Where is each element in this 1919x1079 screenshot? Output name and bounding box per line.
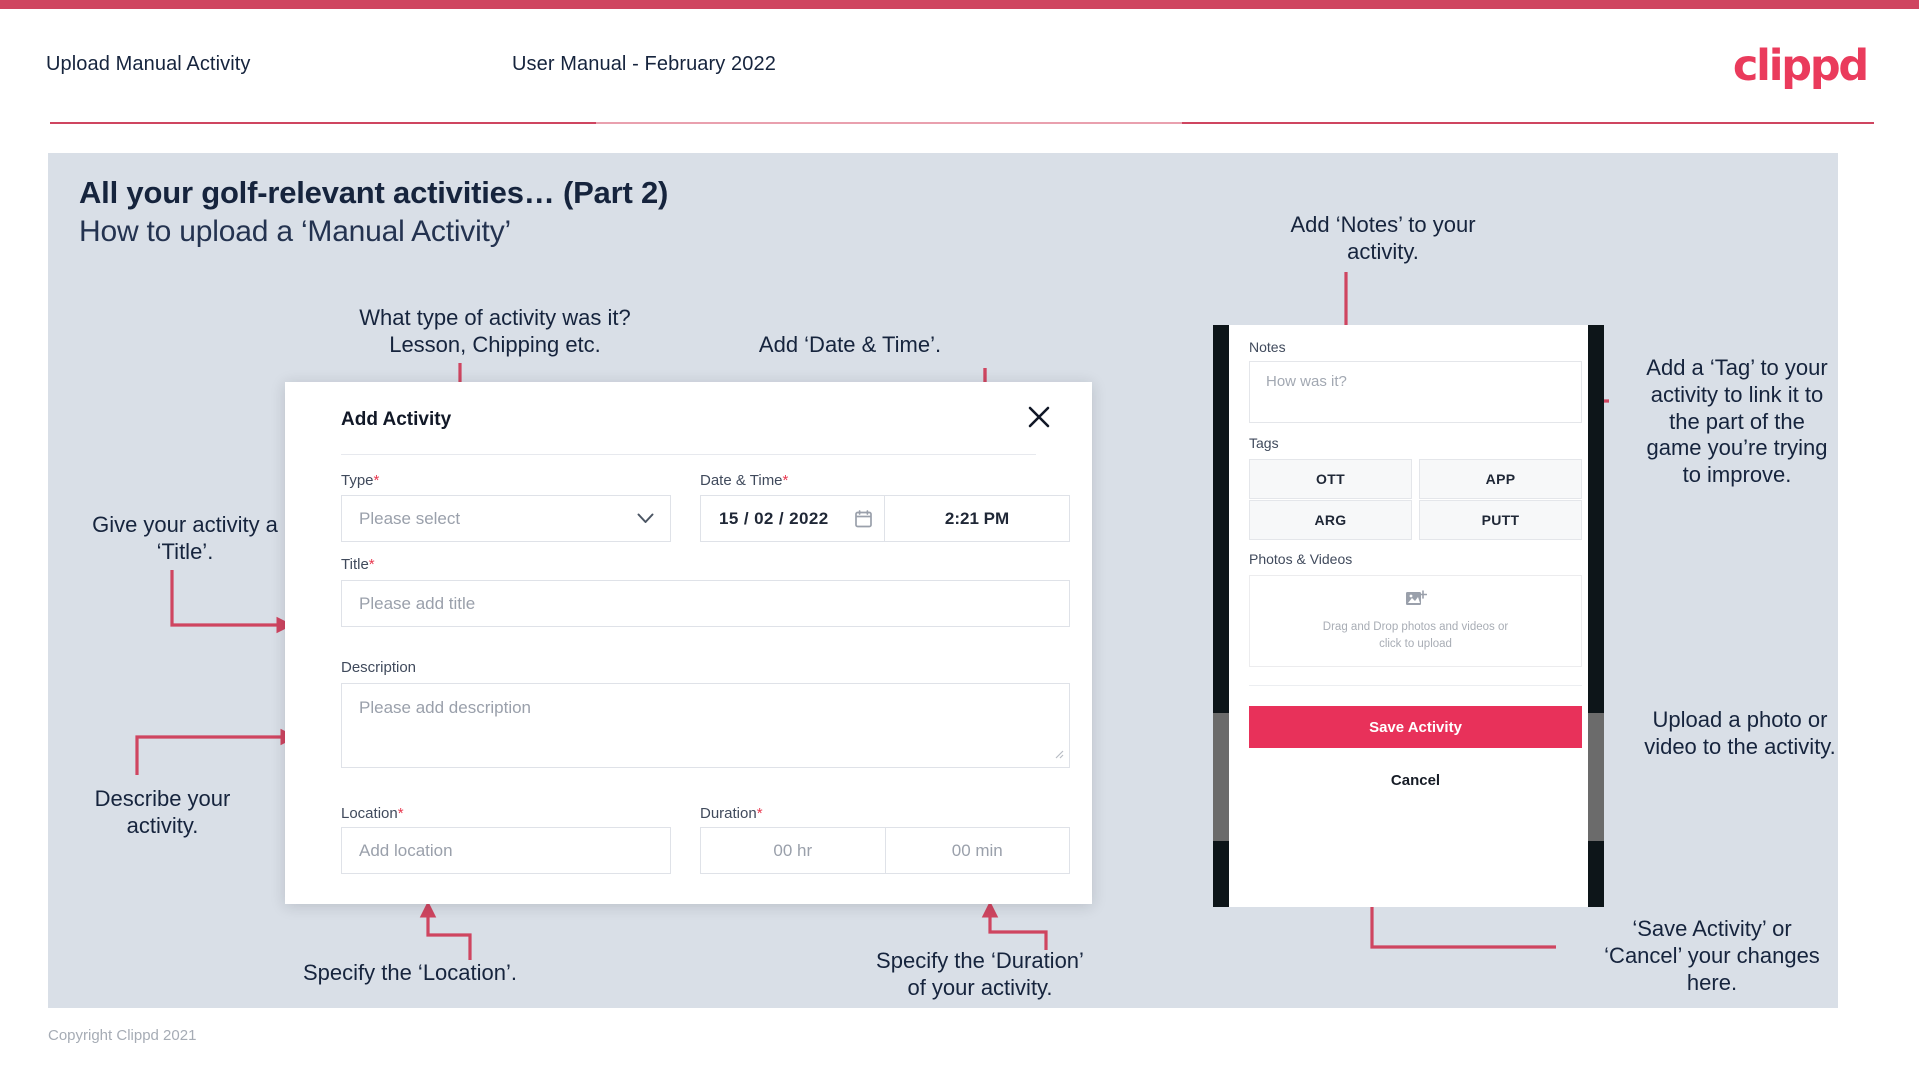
tag-app[interactable]: APP xyxy=(1419,459,1582,499)
duration-minutes-input[interactable]: 00 min xyxy=(886,828,1070,873)
chevron-down-icon xyxy=(637,509,654,529)
phone-button-left[interactable] xyxy=(1213,713,1229,841)
header-title: Upload Manual Activity xyxy=(46,53,251,75)
photos-label: Photos & Videos xyxy=(1249,551,1353,567)
calendar-icon[interactable] xyxy=(855,509,872,528)
location-label-text: Location xyxy=(341,805,398,822)
type-select[interactable]: Please select xyxy=(341,495,671,542)
annotation-type: What type of activity was it? Lesson, Ch… xyxy=(359,305,631,357)
datetime-label: Date & Time* xyxy=(700,472,788,489)
phone-divider xyxy=(1249,685,1582,686)
resize-handle-icon[interactable] xyxy=(1053,744,1064,764)
date-value: 15 / 02 / 2022 xyxy=(719,508,829,528)
tag-putt[interactable]: PUTT xyxy=(1419,500,1582,540)
type-required-mark: * xyxy=(373,472,380,489)
type-label-text: Type xyxy=(341,472,374,489)
header-rule-middle xyxy=(596,122,1182,124)
title-placeholder: Please add title xyxy=(359,593,476,613)
annotation-duration: Specify the ‘Duration’ of your activity. xyxy=(876,948,1084,1000)
duration-required-mark: * xyxy=(756,805,763,822)
annotation-datetime: Add ‘Date & Time’. xyxy=(758,332,942,357)
tags-label: Tags xyxy=(1249,435,1279,451)
phone-button-right[interactable] xyxy=(1588,713,1604,841)
slide-title: All your golf-relevant activities… (Part… xyxy=(79,175,669,210)
duration-field[interactable]: 00 hr 00 min xyxy=(700,827,1070,874)
header-rule-right xyxy=(1182,122,1874,124)
notes-textarea[interactable]: How was it? xyxy=(1249,361,1582,423)
location-placeholder: Add location xyxy=(359,840,453,860)
location-label: Location* xyxy=(341,805,404,822)
modal-divider xyxy=(341,454,1036,455)
brand-top-bar xyxy=(0,0,1919,9)
duration-hours-input[interactable]: 00 hr xyxy=(701,828,886,873)
location-required-mark: * xyxy=(397,805,404,822)
add-image-icon xyxy=(1405,589,1427,614)
annotation-location: Specify the ‘Location’. xyxy=(302,960,518,985)
datetime-required-mark: * xyxy=(782,472,789,489)
add-activity-modal: Add Activity xyxy=(285,382,1092,904)
notes-label: Notes xyxy=(1249,339,1286,355)
cancel-button[interactable]: Cancel xyxy=(1249,767,1582,793)
duration-label: Duration* xyxy=(700,805,763,822)
notes-placeholder: How was it? xyxy=(1266,373,1347,390)
date-input[interactable]: 15 / 02 / 2022 xyxy=(701,496,885,541)
type-label: Type* xyxy=(341,472,379,489)
header-rule-left xyxy=(50,122,596,124)
annotation-upload: Upload a photo or video to the activity. xyxy=(1644,707,1836,759)
duration-label-text: Duration xyxy=(700,805,757,822)
slide-subtitle: How to upload a ‘Manual Activity’ xyxy=(79,215,511,248)
title-label: Title* xyxy=(341,556,375,573)
annotation-tags: Add a ‘Tag’ to your activity to link it … xyxy=(1646,355,1828,488)
title-input[interactable]: Please add title xyxy=(341,580,1070,627)
photo-dropzone[interactable]: Drag and Drop photos and videos or click… xyxy=(1249,575,1582,667)
phone-mockup: Notes How was it? Tags OTT APP ARG PUTT … xyxy=(1213,325,1604,907)
description-label: Description xyxy=(341,659,417,676)
annotation-save: ‘Save Activity’ or ‘Cancel’ your changes… xyxy=(1604,916,1820,995)
description-placeholder: Please add description xyxy=(359,698,532,717)
title-required-mark: * xyxy=(368,556,375,573)
type-placeholder: Please select xyxy=(359,508,461,528)
annotation-notes: Add ‘Notes’ to your activity. xyxy=(1290,212,1476,264)
description-textarea[interactable]: Please add description xyxy=(341,683,1070,768)
phone-screen: Notes How was it? Tags OTT APP ARG PUTT … xyxy=(1229,325,1588,907)
annotation-description: Describe your activity. xyxy=(94,786,231,838)
datetime-field[interactable]: 15 / 02 / 2022 2:21 PM xyxy=(700,495,1070,542)
page-header: Upload Manual Activity User Manual - Feb… xyxy=(0,9,1919,119)
header-subtitle: User Manual - February 2022 xyxy=(512,53,776,75)
copyright-text: Copyright Clippd 2021 xyxy=(48,1027,197,1044)
dropzone-line2: click to upload xyxy=(1379,638,1452,650)
clippd-logo: clippd xyxy=(1732,41,1869,91)
location-input[interactable]: Add location xyxy=(341,827,671,874)
datetime-label-text: Date & Time xyxy=(700,472,783,489)
tag-ott[interactable]: OTT xyxy=(1249,459,1412,499)
time-input[interactable]: 2:21 PM xyxy=(885,496,1069,541)
modal-title: Add Activity xyxy=(341,409,452,430)
dropzone-line1: Drag and Drop photos and videos or xyxy=(1322,620,1509,633)
title-label-text: Title xyxy=(341,556,369,573)
tag-arg[interactable]: ARG xyxy=(1249,500,1412,540)
save-activity-button[interactable]: Save Activity xyxy=(1249,706,1582,748)
close-icon[interactable] xyxy=(1022,400,1056,434)
